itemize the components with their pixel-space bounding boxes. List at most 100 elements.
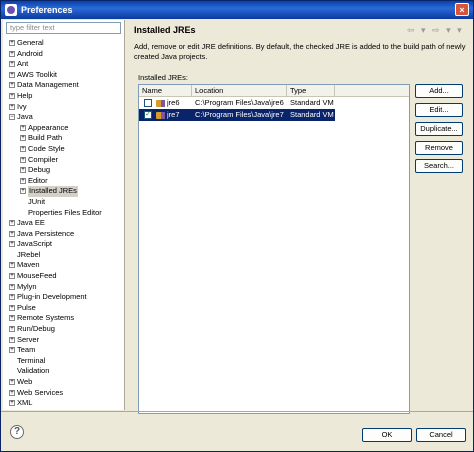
tree-item[interactable]: + Appearance	[9, 123, 122, 134]
tree-item[interactable]: + Compiler	[9, 155, 122, 166]
expand-icon[interactable]: +	[9, 389, 15, 396]
jre-type-cell: Standard VM	[290, 98, 334, 107]
tree-item[interactable]: + Ivy	[9, 102, 122, 113]
expand-icon[interactable]: +	[9, 40, 15, 46]
expand-icon[interactable]: +	[9, 379, 15, 385]
tree-item-label: Ant	[17, 59, 29, 69]
tree-item[interactable]: Validation	[9, 366, 122, 377]
tree-item[interactable]: + Pulse	[9, 303, 122, 314]
tree-item[interactable]: Properties Files Editor	[9, 208, 122, 219]
jre-name-cell: jre7	[167, 109, 192, 121]
table-row[interactable]: jre6 C:\Program Files\Java\jre6 Standard V…	[139, 97, 409, 109]
tree-item[interactable]: + Debug	[9, 165, 122, 176]
expand-icon[interactable]: +	[9, 103, 15, 110]
tree-item-label: JavaScript	[17, 239, 53, 249]
filter-input[interactable]: type filter text	[6, 22, 121, 34]
expand-icon[interactable]: +	[20, 167, 26, 174]
table-row[interactable]: ✓ jre7 C:\Program Files\Java\jre7 Standard …	[139, 109, 409, 121]
tree-item[interactable]: + Java EE	[9, 218, 122, 229]
tree-item-label: JRebel	[17, 249, 41, 259]
expand-icon[interactable]: +	[9, 71, 15, 78]
expand-icon[interactable]: +	[20, 124, 26, 131]
expand-icon[interactable]: +	[9, 61, 15, 68]
tree-item-label: Code Style	[28, 143, 65, 153]
tree-item[interactable]: + Remote Systems	[9, 313, 122, 324]
tree-item-label: Run/Debug	[17, 324, 55, 334]
expand-icon[interactable]: +	[20, 135, 26, 142]
collapse-icon[interactable]: −	[9, 114, 15, 121]
history-nav-icons[interactable]: ⇦ ▾ ⇨ ▾ ▾	[407, 25, 464, 36]
tree-item[interactable]: + Java Persistence	[9, 229, 122, 240]
search-button[interactable]: Search...	[415, 159, 463, 173]
default-jre-checkbox[interactable]	[144, 99, 152, 107]
expand-icon[interactable]: +	[9, 220, 15, 227]
title-bar[interactable]: Preferences ×	[1, 1, 473, 19]
cancel-button[interactable]: Cancel	[416, 428, 466, 442]
tree-item[interactable]: + Server	[9, 335, 122, 346]
ok-button[interactable]: OK	[362, 428, 412, 442]
page-title: Installed JREs	[134, 25, 196, 35]
tree-item[interactable]: + XML	[9, 398, 122, 409]
add-button[interactable]: Add...	[415, 84, 463, 98]
expand-icon[interactable]: +	[9, 262, 15, 269]
expand-icon[interactable]: +	[9, 273, 15, 280]
tree-item[interactable]: + MouseFeed	[9, 271, 122, 282]
tree-item[interactable]: + AWS Toolkit	[9, 70, 122, 81]
column-header-type[interactable]: Type	[287, 85, 335, 96]
expand-icon[interactable]: +	[20, 177, 26, 184]
remove-button[interactable]: Remove	[415, 141, 463, 155]
tree-item[interactable]: + Ant	[9, 59, 122, 70]
column-header-name[interactable]: Name	[139, 85, 192, 96]
expand-icon[interactable]: +	[9, 82, 15, 89]
expand-icon[interactable]: +	[9, 400, 15, 407]
tree-item[interactable]: − Java	[9, 112, 122, 123]
expand-icon[interactable]: +	[20, 156, 26, 163]
expand-icon[interactable]: +	[9, 326, 15, 333]
tree-item[interactable]: + Web Services	[9, 388, 122, 399]
tree-item[interactable]: + Build Path	[9, 133, 122, 144]
edit-button[interactable]: Edit...	[415, 103, 463, 117]
expand-icon[interactable]: +	[9, 304, 15, 311]
tree-item-label: Maven	[17, 260, 40, 270]
jre-icon	[156, 112, 165, 119]
tree-item[interactable]: + Run/Debug	[9, 324, 122, 335]
tree-item[interactable]: + Data Management	[9, 80, 122, 91]
tree-item[interactable]: + Mylyn	[9, 282, 122, 293]
tree-item[interactable]: + Installed JREs	[9, 186, 122, 197]
tree-item[interactable]: + Code Style	[9, 144, 122, 155]
expand-icon[interactable]: +	[9, 283, 15, 290]
tree-item[interactable]: + Android	[9, 49, 122, 60]
tree-item[interactable]: JUnit	[9, 197, 122, 208]
tree-item-label: Build Path	[28, 133, 63, 143]
expand-icon[interactable]: +	[9, 347, 15, 354]
tree-item[interactable]: + Help	[9, 91, 122, 102]
tree-item[interactable]: + Plug-in Development	[9, 292, 122, 303]
jre-table[interactable]: Name Location Type jre6 C:\Program Files\…	[138, 84, 410, 414]
jre-name-cell: jre6	[167, 98, 180, 107]
expand-icon[interactable]: +	[9, 50, 15, 57]
tree-item-label: Remote Systems	[17, 313, 75, 323]
column-header-location[interactable]: Location	[192, 85, 287, 96]
expand-icon[interactable]: +	[9, 294, 15, 301]
default-jre-checkbox[interactable]: ✓	[144, 111, 152, 119]
jre-icon	[156, 100, 165, 107]
tree-item[interactable]: JRebel	[9, 250, 122, 261]
tree-item[interactable]: + JavaScript	[9, 239, 122, 250]
expand-icon[interactable]: +	[9, 315, 15, 322]
expand-icon[interactable]: +	[9, 336, 15, 343]
tree-item[interactable]: + Team	[9, 345, 122, 356]
tree-item[interactable]: + Maven	[9, 260, 122, 271]
tree-item[interactable]: Terminal	[9, 356, 122, 367]
expand-icon[interactable]: +	[20, 188, 26, 195]
footer-separator	[1, 411, 473, 412]
close-icon[interactable]: ×	[455, 3, 469, 16]
expand-icon[interactable]: +	[9, 241, 15, 248]
tree-item[interactable]: + Web	[9, 377, 122, 388]
tree-item[interactable]: + Editor	[9, 176, 122, 187]
expand-icon[interactable]: +	[9, 230, 15, 237]
help-icon[interactable]: ?	[10, 425, 24, 439]
expand-icon[interactable]: +	[9, 92, 15, 99]
expand-icon[interactable]: +	[20, 145, 26, 152]
duplicate-button[interactable]: Duplicate...	[415, 122, 463, 136]
tree-item[interactable]: + General	[9, 38, 122, 49]
